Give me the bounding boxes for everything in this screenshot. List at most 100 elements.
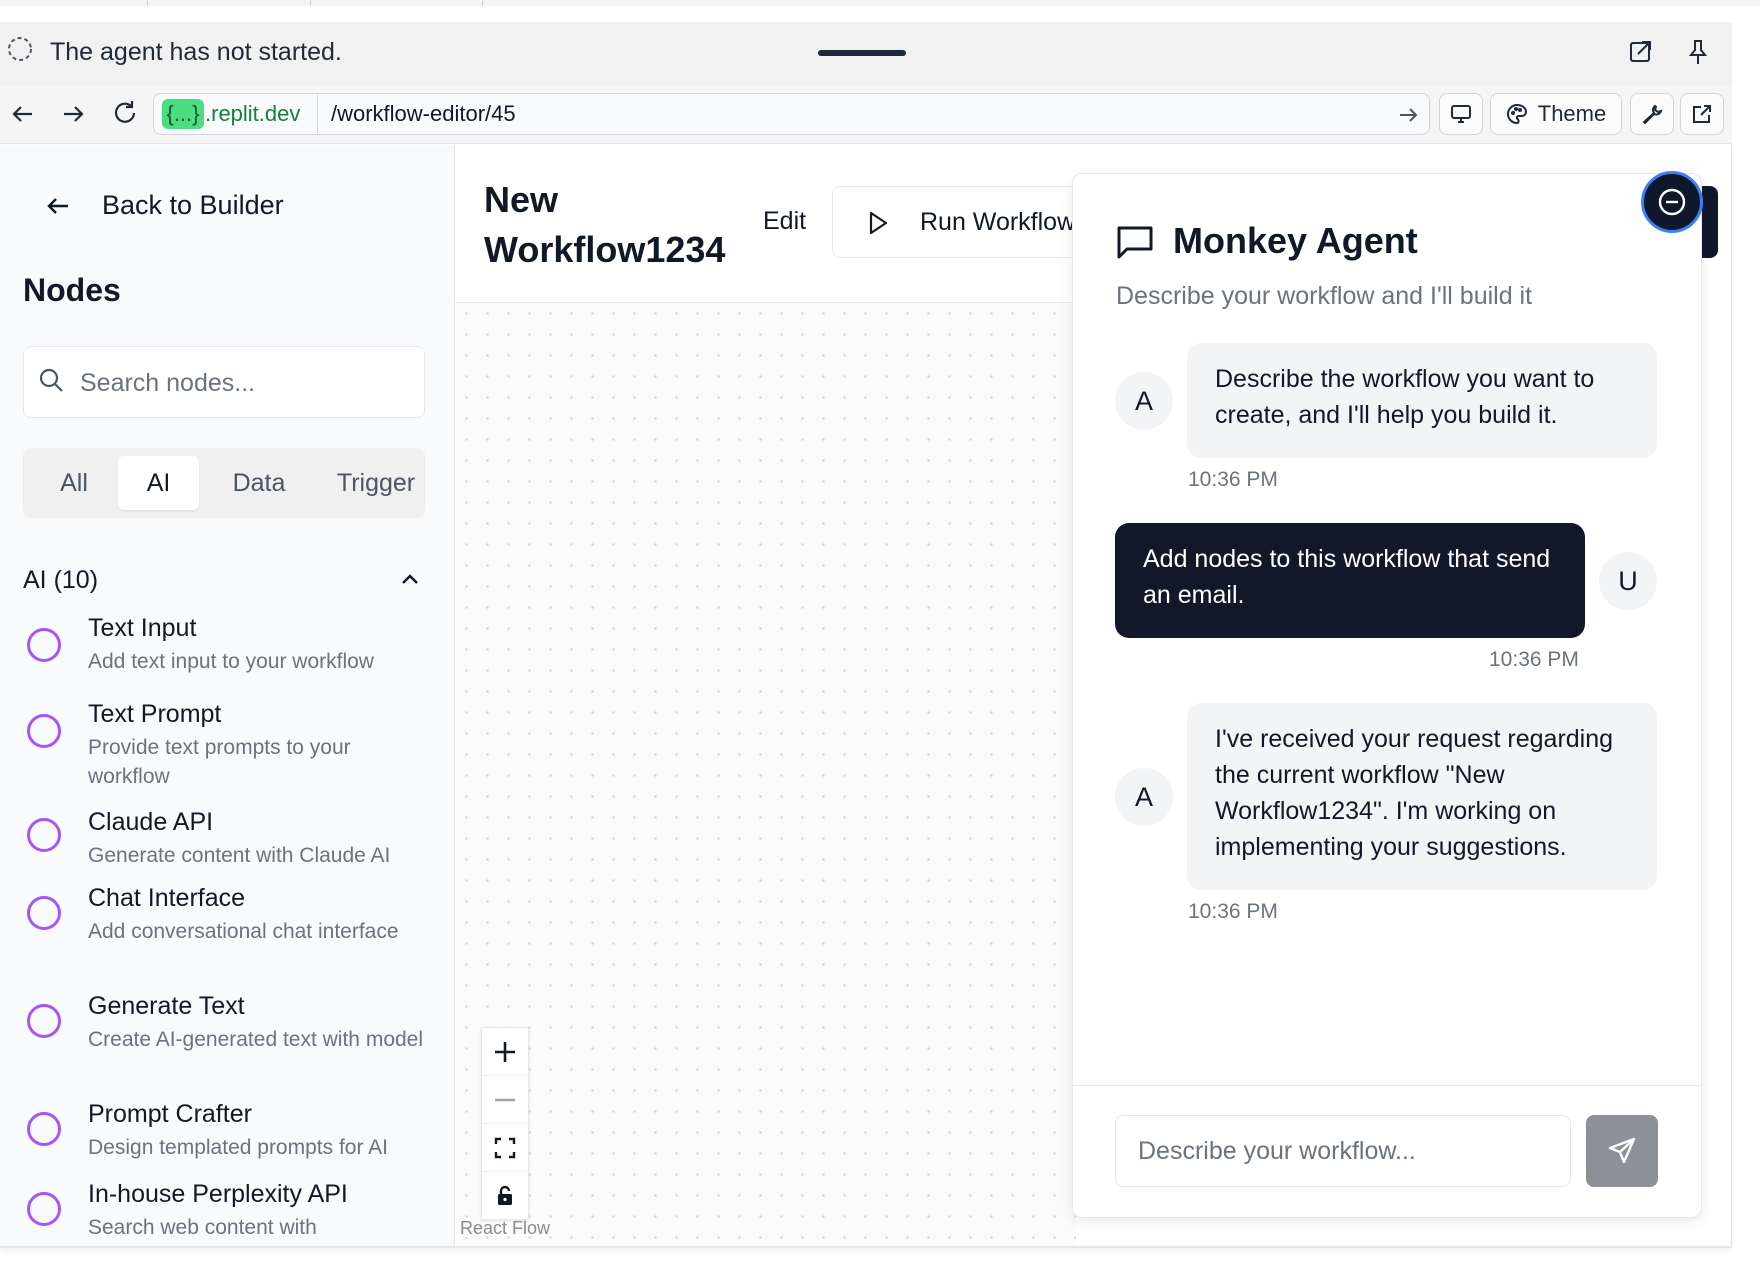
node-circle-icon — [27, 1192, 61, 1226]
node-item-perplexity-api[interactable]: In-house Perplexity API Search web conte… — [0, 1178, 450, 1244]
lock-icon — [495, 1185, 515, 1207]
node-circle-icon — [27, 1004, 61, 1038]
search-icon — [37, 366, 65, 394]
theme-label: Theme — [1537, 101, 1607, 126]
agent-message: I've received your request regarding the… — [1187, 703, 1657, 890]
run-workflow-button[interactable]: Run Workflow — [832, 186, 1082, 258]
wrench-icon — [1641, 103, 1663, 125]
minus-icon — [493, 1088, 517, 1112]
agent-status-text: The agent has not started. — [50, 38, 342, 66]
send-button[interactable] — [1586, 1115, 1658, 1187]
node-item-chat-interface[interactable]: Chat Interface Add conversational chat i… — [0, 882, 450, 988]
chat-input[interactable] — [1138, 1132, 1558, 1170]
plus-icon — [493, 1040, 517, 1064]
category-header[interactable]: AI (10) — [23, 566, 98, 595]
node-title: Prompt Crafter — [88, 1100, 252, 1128]
chat-input-divider — [1073, 1085, 1701, 1086]
node-title: Generate Text — [88, 992, 245, 1020]
loading-spinner-icon — [7, 36, 33, 62]
chat-panel — [1072, 173, 1702, 1218]
play-icon — [865, 210, 891, 236]
canvas-controls — [481, 1027, 529, 1220]
run-workflow-label: Run Workflow — [920, 208, 1076, 236]
browser-tab-strip — [0, 0, 1760, 6]
workflow-title: New Workflow1234 — [484, 179, 726, 270]
zoom-out-button[interactable] — [482, 1076, 528, 1124]
fit-view-button[interactable] — [482, 1124, 528, 1172]
fit-view-icon — [494, 1137, 516, 1159]
back-to-builder-link[interactable]: Back to Builder — [102, 190, 284, 221]
node-item-text-prompt[interactable]: Text Prompt Provide text prompts to your… — [0, 698, 450, 804]
node-title: Chat Interface — [88, 884, 246, 912]
node-circle-icon — [27, 628, 61, 662]
node-title: Text Input — [88, 614, 197, 642]
node-circle-icon — [27, 1112, 61, 1146]
node-description: Search web content with — [88, 1216, 317, 1239]
sidebar-title: Nodes — [23, 272, 121, 308]
node-item-prompt-crafter[interactable]: Prompt Crafter Design templated prompts … — [0, 1098, 450, 1170]
devtools-button[interactable] — [1630, 93, 1674, 135]
reload-icon[interactable] — [111, 99, 139, 127]
node-title: Claude API — [88, 808, 214, 836]
node-title: Text Prompt — [88, 700, 222, 728]
message-timestamp: 10:36 PM — [1188, 468, 1278, 491]
node-description: Add text input to your workflow — [88, 650, 374, 673]
agent-message: Describe the workflow you want to create… — [1187, 343, 1657, 458]
send-icon — [1607, 1136, 1637, 1166]
node-circle-icon — [27, 896, 61, 930]
agent-avatar: A — [1115, 372, 1173, 430]
device-preview-button[interactable] — [1439, 93, 1483, 135]
node-item-text-input[interactable]: Text Input Add text input to your workfl… — [0, 612, 450, 692]
node-description: Generate content with Claude AI — [88, 844, 391, 867]
url-path[interactable]: /workflow-editor/45 — [331, 101, 516, 127]
lock-button[interactable] — [482, 1172, 528, 1220]
node-category-tabs: All AI Data Trigger — [23, 448, 425, 518]
theme-button[interactable]: Theme — [1490, 93, 1622, 135]
drag-handle[interactable] — [818, 50, 906, 56]
monitor-icon — [1450, 103, 1472, 125]
node-item-claude-api[interactable]: Claude API Generate content with Claude … — [0, 806, 450, 878]
tab-separator — [310, 0, 311, 6]
message-timestamp: 10:36 PM — [1489, 648, 1579, 671]
palette-icon — [1506, 103, 1528, 125]
chat-title: Monkey Agent — [1173, 220, 1418, 261]
url-host: .replit.dev — [205, 101, 301, 126]
chat-subtitle: Describe your workflow and I'll build it — [1116, 282, 1533, 310]
chevron-up-icon[interactable] — [397, 566, 423, 592]
external-link-icon — [1691, 103, 1713, 125]
user-avatar: U — [1599, 552, 1657, 610]
pin-icon[interactable] — [1686, 38, 1710, 66]
minus-circle-icon — [1657, 187, 1687, 217]
node-description: Create AI-generated text with model — [88, 1028, 424, 1051]
pop-out-icon[interactable] — [1628, 38, 1654, 64]
search-nodes-input[interactable] — [80, 366, 410, 400]
user-message: Add nodes to this workflow that send an … — [1115, 523, 1585, 638]
tab-separator — [147, 0, 148, 6]
workflow-canvas[interactable] — [456, 303, 1076, 1246]
edit-button[interactable]: Edit — [763, 207, 806, 236]
react-flow-attribution[interactable]: React Flow — [460, 1218, 550, 1239]
zoom-in-button[interactable] — [482, 1028, 528, 1076]
node-circle-icon — [27, 714, 61, 748]
node-circle-icon — [27, 818, 61, 852]
node-description: Add conversational chat interface — [88, 920, 399, 943]
back-arrow-icon[interactable] — [10, 101, 36, 127]
forward-arrow-icon[interactable] — [60, 101, 86, 127]
tab-all[interactable]: All — [41, 456, 107, 510]
tab-separator — [482, 0, 483, 6]
node-item-generate-text[interactable]: Generate Text Create AI-generated text w… — [0, 990, 450, 1096]
tab-ai[interactable]: AI — [118, 456, 199, 510]
open-new-tab-button[interactable] — [1680, 93, 1724, 135]
tab-data[interactable]: Data — [213, 456, 305, 510]
tab-trigger[interactable]: Trigger — [321, 456, 425, 510]
go-arrow-icon[interactable] — [1397, 104, 1419, 126]
node-title: In-house Perplexity API — [88, 1180, 348, 1208]
node-description: Provide text prompts to your workflow — [88, 736, 351, 788]
chat-bubble-icon — [1115, 222, 1155, 262]
back-arrow-icon[interactable] — [44, 192, 72, 220]
url-divider — [317, 95, 318, 133]
node-description: Design templated prompts for AI — [88, 1136, 388, 1159]
url-host-badge: {...} — [162, 99, 204, 129]
message-timestamp: 10:36 PM — [1188, 900, 1278, 923]
minimize-chat-button[interactable] — [1641, 171, 1703, 233]
